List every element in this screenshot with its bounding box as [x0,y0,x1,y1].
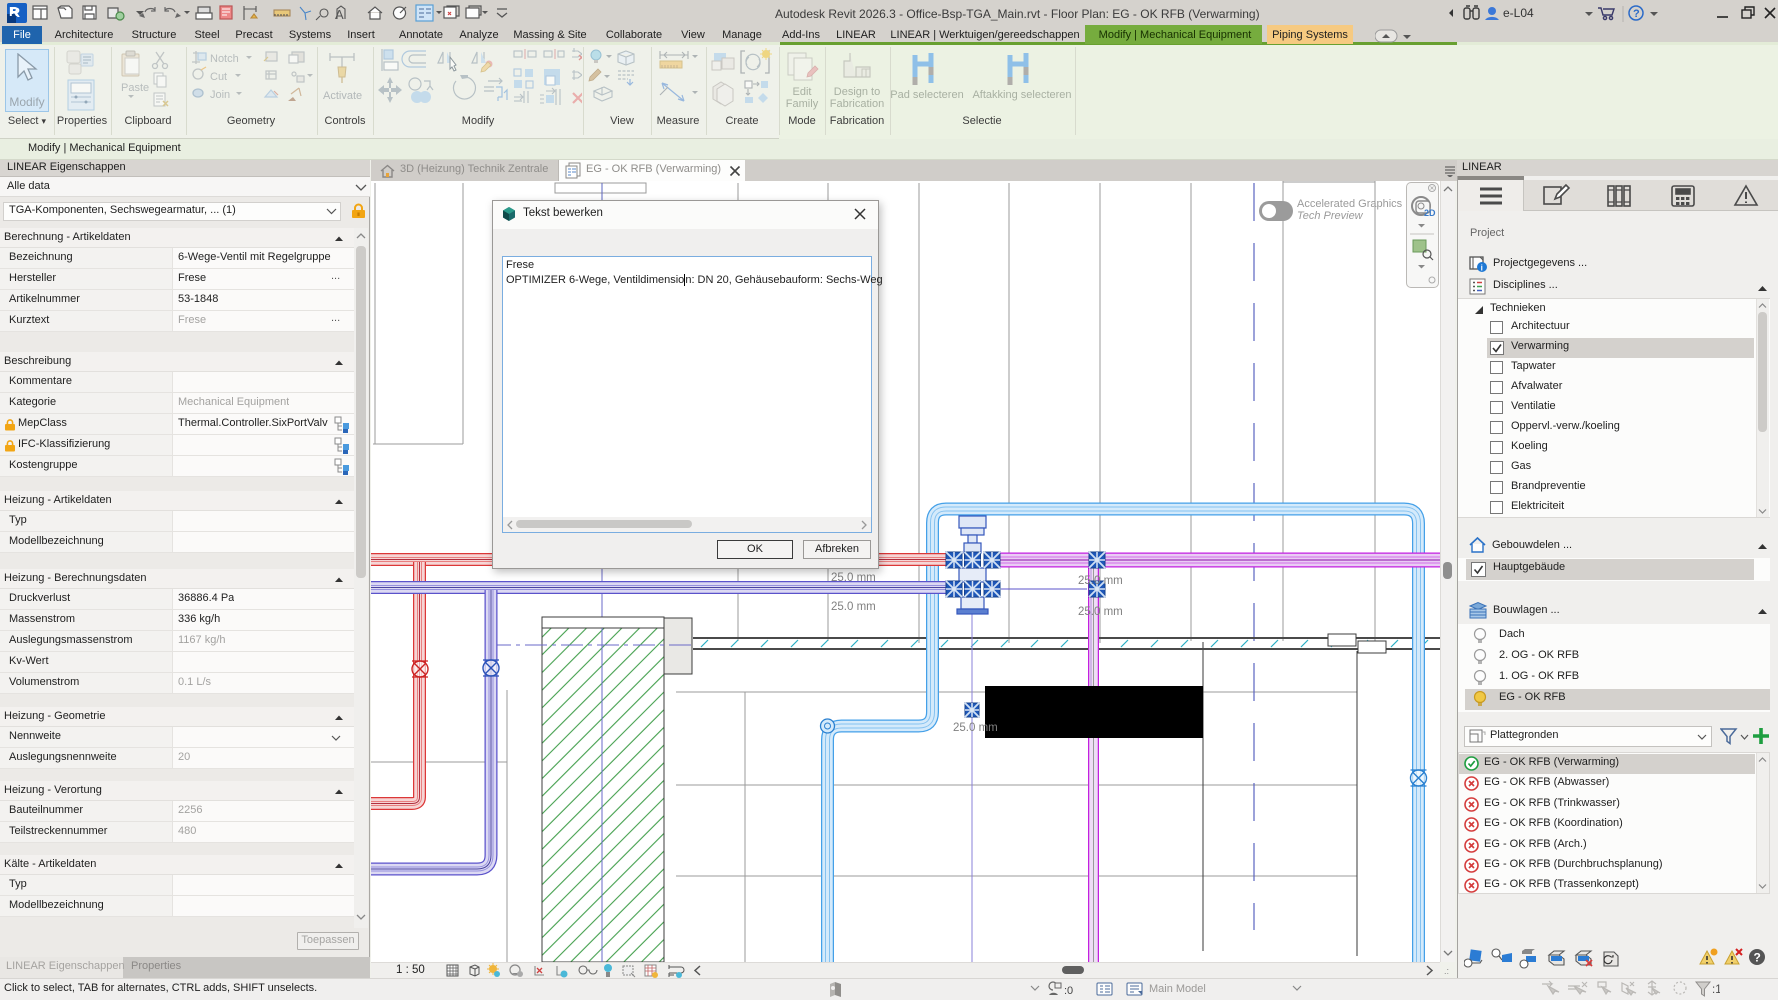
svg-text::0: :0 [1064,985,1073,997]
svg-text:25.0 mm: 25.0 mm [953,722,998,734]
svg-text:?: ? [1754,951,1761,965]
svg-text:2D: 2D [1424,208,1436,218]
svg-text:Cut: Cut [210,71,227,83]
svg-text:?: ? [1633,8,1640,20]
svg-text:Notch: Notch [210,53,239,65]
svg-text:25.0 mm: 25.0 mm [831,572,876,584]
svg-text:Join: Join [210,89,230,101]
svg-text:e-L04: e-L04 [1503,6,1534,20]
svg-text:A: A [335,7,344,22]
svg-text::1: :1 [1712,984,1720,996]
svg-text:Paste: Paste [121,82,149,94]
svg-text:25.0 mm: 25.0 mm [1078,606,1123,618]
svg-text:Activate: Activate [323,90,362,102]
svg-text:25.0 mm: 25.0 mm [831,601,876,613]
svg-text:i: i [1481,264,1483,273]
svg-text:25.0 mm: 25.0 mm [1078,575,1123,587]
